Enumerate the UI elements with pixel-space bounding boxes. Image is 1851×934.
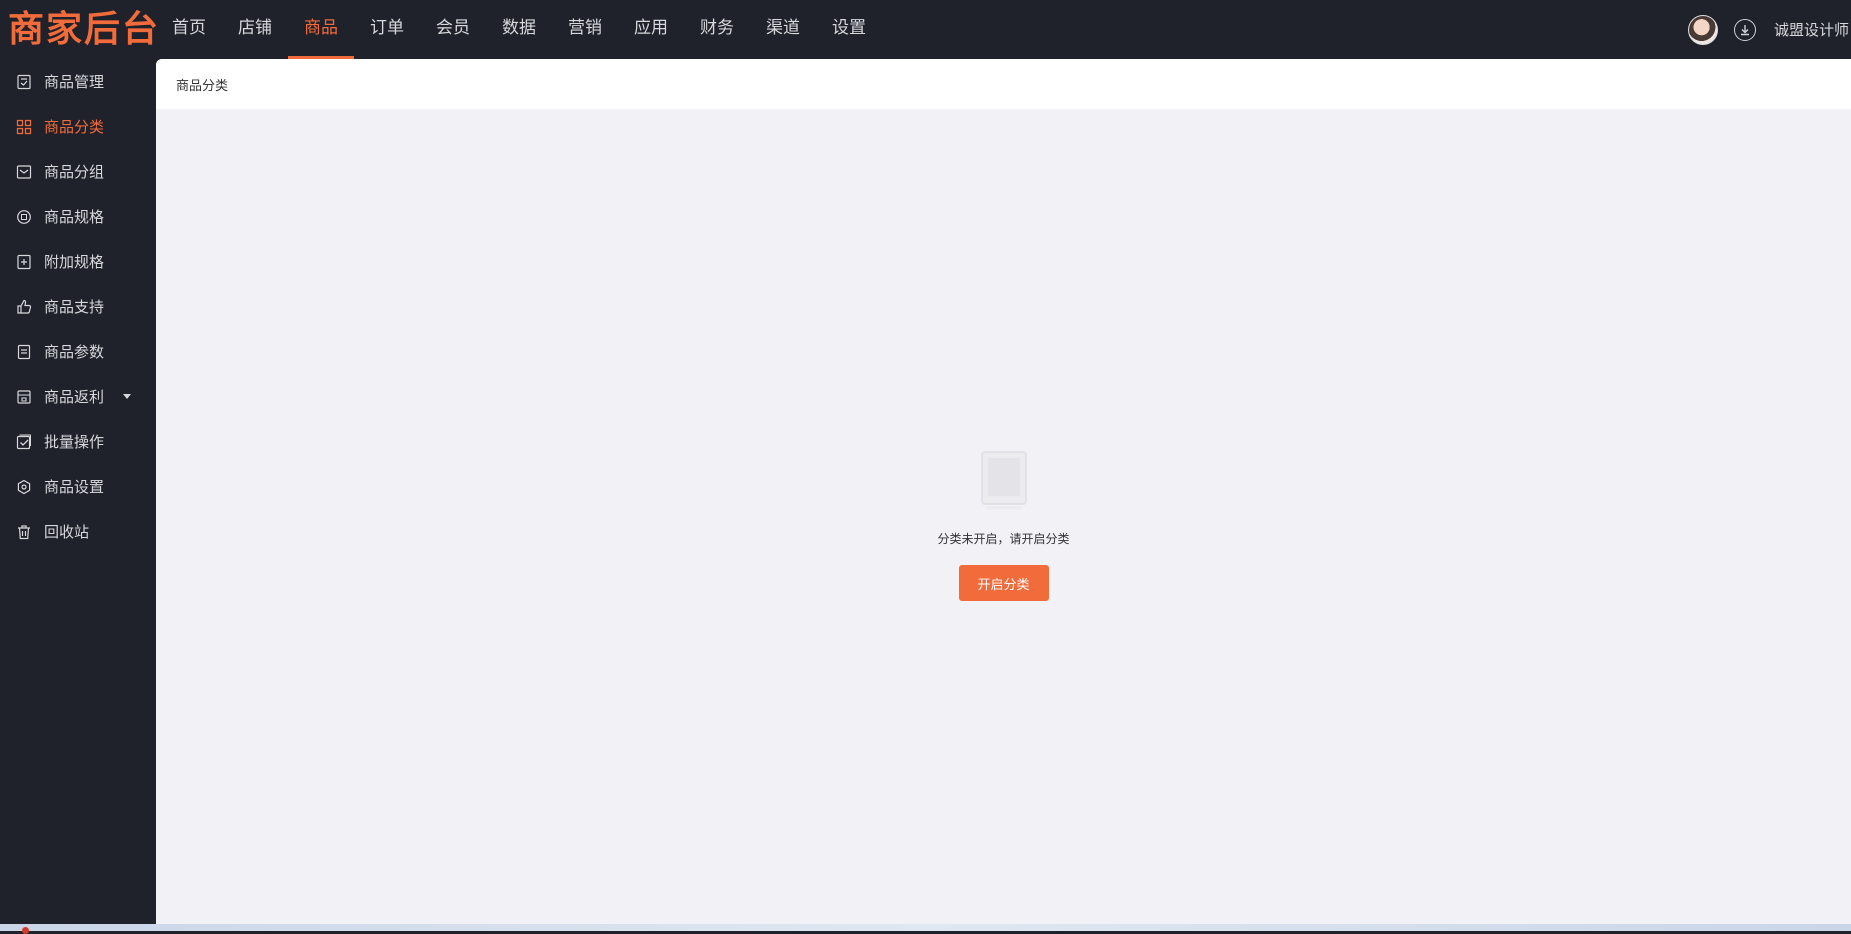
sidebar-item-goods-settings[interactable]: 商品设置 <box>0 464 156 509</box>
sidebar-item-goods-params[interactable]: 商品参数 <box>0 329 156 374</box>
sidebar-item-label: 回收站 <box>44 523 90 541</box>
sidebar-item-label: 商品返利 <box>44 388 105 406</box>
nav-item-channels[interactable]: 渠道 <box>750 0 816 59</box>
sidebar-item-label: 商品参数 <box>44 343 105 361</box>
username[interactable]: 诚盟设计师 <box>1774 19 1849 40</box>
sidebar-item-recycle-bin[interactable]: 回收站 <box>0 509 156 554</box>
main-content: 商品分类 分类未开启，请开启分类 开启分类 <box>156 59 1851 924</box>
enable-category-button[interactable]: 开启分类 <box>958 565 1049 601</box>
sidebar-item-label: 商品规格 <box>44 208 105 226</box>
goods-manage-icon <box>16 74 32 90</box>
breadcrumb-current: 商品分类 <box>176 78 229 94</box>
nav-item-data[interactable]: 数据 <box>486 0 552 59</box>
hexagon-settings-icon <box>16 479 32 495</box>
sidebar-item-label: 商品分组 <box>44 163 105 181</box>
trash-icon <box>16 524 32 540</box>
sidebar-item-extra-spec[interactable]: 附加规格 <box>0 239 156 284</box>
sidebar-item-label: 商品支持 <box>44 298 105 316</box>
thumbs-up-icon <box>16 299 32 315</box>
empty-box-icon <box>978 450 1030 514</box>
sidebar-item-goods-category[interactable]: 商品分类 <box>0 104 156 149</box>
document-icon <box>16 344 32 360</box>
user-area: 诚盟设计师 <box>1687 0 1851 59</box>
nav-item-members[interactable]: 会员 <box>420 0 486 59</box>
nav-item-store[interactable]: 店铺 <box>222 0 288 59</box>
grid-icon <box>16 119 32 135</box>
sidebar-item-label: 批量操作 <box>44 433 105 451</box>
nav-item-apps[interactable]: 应用 <box>618 0 684 59</box>
sidebar: 商品管理 商品分类 商品分组 商品规格 附加规格 商品支持 商品参数 商品返利 … <box>0 59 156 924</box>
avatar-icon[interactable] <box>1687 14 1718 45</box>
nav-item-finance[interactable]: 财务 <box>684 0 750 59</box>
sidebar-item-goods-rebate[interactable]: 商品返利 <box>0 374 156 419</box>
download-icon[interactable] <box>1733 18 1756 41</box>
empty-state: 分类未开启，请开启分类 开启分类 <box>156 450 1851 601</box>
nav-item-marketing[interactable]: 营销 <box>552 0 618 59</box>
app-logo[interactable]: 商家后台 <box>8 7 160 51</box>
nav-item-home[interactable]: 首页 <box>156 0 222 59</box>
sidebar-item-goods-group[interactable]: 商品分组 <box>0 149 156 194</box>
rebate-icon <box>16 389 32 405</box>
sidebar-item-goods-manage[interactable]: 商品管理 <box>0 59 156 104</box>
sidebar-item-goods-spec[interactable]: 商品规格 <box>0 194 156 239</box>
spec-icon <box>16 209 32 225</box>
nav-item-settings[interactable]: 设置 <box>816 0 882 59</box>
sidebar-item-label: 商品管理 <box>44 73 105 91</box>
empty-message: 分类未开启，请开启分类 <box>937 532 1070 546</box>
nav-item-orders[interactable]: 订单 <box>354 0 420 59</box>
top-nav-menu: 首页 店铺 商品 订单 会员 数据 营销 应用 财务 渠道 设置 <box>156 0 882 59</box>
chevron-down-icon[interactable] <box>123 394 131 399</box>
sidebar-item-batch-ops[interactable]: 批量操作 <box>0 419 156 464</box>
batch-check-icon <box>16 434 32 450</box>
plus-square-icon <box>16 254 32 270</box>
nav-item-goods[interactable]: 商品 <box>288 0 354 59</box>
sidebar-item-label: 附加规格 <box>44 253 105 271</box>
sidebar-item-label: 商品设置 <box>44 478 105 496</box>
group-icon <box>16 164 32 180</box>
sidebar-item-label: 商品分类 <box>44 118 105 136</box>
breadcrumb: 商品分类 <box>156 59 1851 109</box>
sidebar-item-goods-support[interactable]: 商品支持 <box>0 284 156 329</box>
top-navigation-bar: 商家后台 首页 店铺 商品 订单 会员 数据 营销 应用 财务 渠道 设置 诚盟… <box>0 0 1851 59</box>
taskbar-strip <box>0 924 1851 931</box>
